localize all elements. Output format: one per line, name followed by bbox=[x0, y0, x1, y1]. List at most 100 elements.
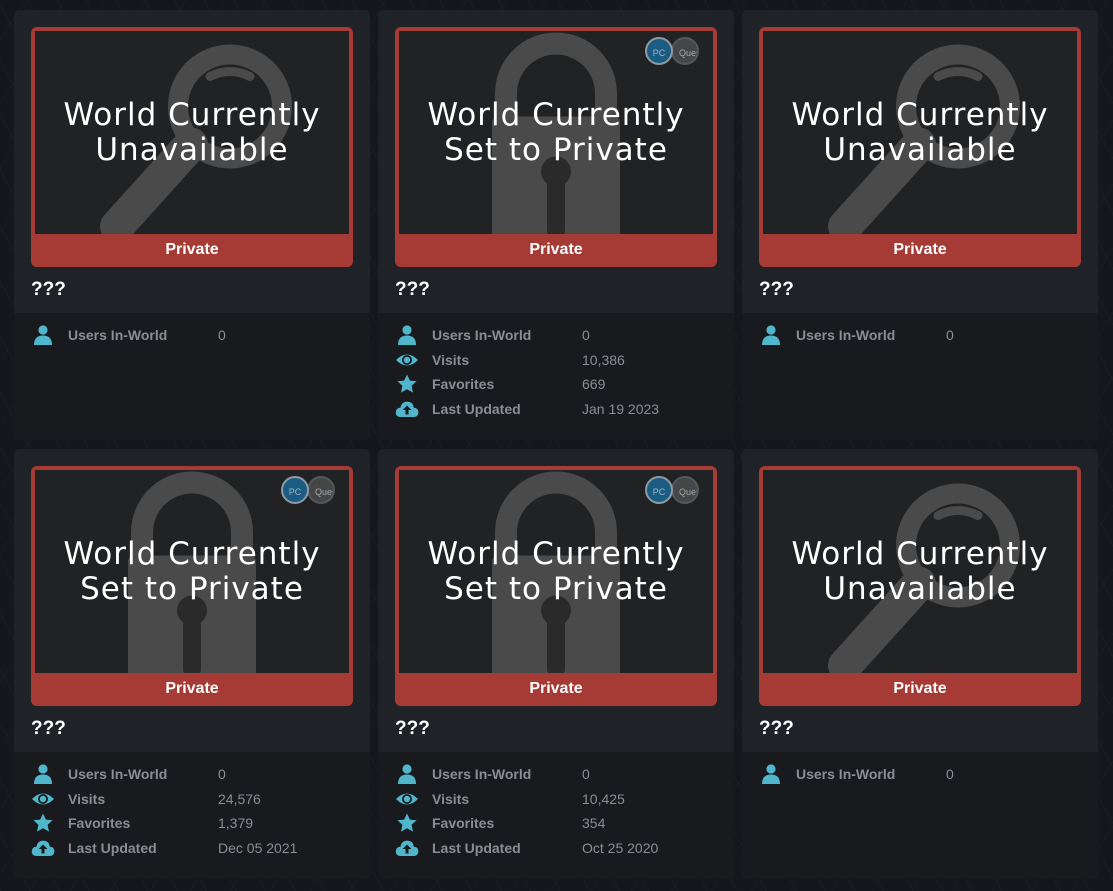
stat-value: 10,386 bbox=[582, 351, 625, 368]
eye-icon bbox=[395, 789, 419, 809]
stat-label: Visits bbox=[432, 351, 470, 368]
world-card[interactable]: World Currently Set to Private PC Quest … bbox=[378, 449, 734, 879]
eye-icon bbox=[31, 789, 55, 809]
stat-row: Users In-World 0 bbox=[378, 764, 734, 789]
status-badge-private: Private bbox=[759, 673, 1081, 706]
cloud-upload-icon bbox=[395, 399, 419, 419]
world-card[interactable]: World Currently Set to Private PC Quest … bbox=[378, 10, 734, 440]
world-card[interactable]: World Currently Set to Private PC Quest … bbox=[14, 449, 370, 879]
world-stats: Users In-World 0 Visits 10,425 Favorites 354 L… bbox=[378, 752, 734, 879]
world-stats: Users In-World 0 bbox=[742, 752, 1098, 879]
stat-value: 0 bbox=[218, 327, 226, 343]
star-icon bbox=[395, 813, 419, 833]
platform-badges: PC Quest bbox=[645, 476, 705, 508]
stat-row: Visits 10,386 bbox=[378, 350, 734, 375]
pc-platform-badge: PC bbox=[645, 37, 673, 65]
stat-label: Users In-World bbox=[432, 327, 532, 343]
stat-label: Visits bbox=[432, 790, 470, 807]
stat-value: 669 bbox=[582, 376, 606, 392]
world-thumbnail-frame[interactable]: World Currently Set to Private PC Quest … bbox=[395, 466, 717, 706]
world-unavailable-overlay-text: World Currently Unavailable bbox=[791, 96, 1049, 168]
stat-label: Users In-World bbox=[432, 766, 532, 782]
stat-value: 354 bbox=[582, 815, 606, 831]
world-card[interactable]: World Currently Unavailable Private ??? … bbox=[742, 449, 1098, 879]
stat-row: Users In-World 0 bbox=[14, 325, 370, 350]
user-icon bbox=[395, 764, 419, 784]
status-badge-private: Private bbox=[395, 673, 717, 706]
stat-value: 0 bbox=[218, 766, 226, 782]
stat-row: Favorites 354 bbox=[378, 813, 734, 838]
quest-platform-badge: Quest bbox=[307, 476, 335, 504]
world-stats: Users In-World 0 Visits 10,386 Favorites 669 L… bbox=[378, 313, 734, 440]
stat-value: 10,425 bbox=[582, 790, 625, 807]
stat-value: 0 bbox=[582, 327, 590, 343]
status-badge-private: Private bbox=[31, 234, 353, 267]
world-title[interactable]: ??? bbox=[742, 706, 1098, 752]
stat-label: Users In-World bbox=[796, 766, 896, 782]
world-title[interactable]: ??? bbox=[742, 267, 1098, 313]
stat-row: Users In-World 0 bbox=[378, 325, 734, 350]
world-card[interactable]: World Currently Unavailable Private ??? … bbox=[742, 10, 1098, 440]
world-unavailable-overlay-text: World Currently Unavailable bbox=[63, 96, 321, 168]
world-card[interactable]: World Currently Unavailable Private ??? … bbox=[14, 10, 370, 440]
stat-value: Oct 25 2020 bbox=[582, 839, 659, 856]
eye-icon bbox=[395, 350, 419, 370]
world-title[interactable]: ??? bbox=[14, 706, 370, 752]
stat-label: Users In-World bbox=[68, 327, 168, 343]
stat-value: 24,576 bbox=[218, 790, 261, 807]
stat-value: 0 bbox=[946, 766, 954, 782]
world-thumbnail-frame[interactable]: World Currently Unavailable Private bbox=[31, 27, 353, 267]
stat-value: 0 bbox=[946, 327, 954, 343]
quest-platform-badge: Quest bbox=[671, 476, 699, 504]
user-icon bbox=[31, 325, 55, 345]
stat-label: Visits bbox=[68, 790, 106, 807]
world-thumbnail: World Currently Unavailable bbox=[763, 31, 1077, 234]
platform-badges: PC Quest bbox=[281, 476, 341, 508]
stat-row: Last Updated Dec 05 2021 bbox=[14, 838, 370, 863]
stat-label: Last Updated bbox=[68, 839, 157, 856]
stat-value: 1,379 bbox=[218, 815, 254, 831]
stat-row: Last Updated Jan 19 2023 bbox=[378, 399, 734, 424]
quest-platform-badge: Quest bbox=[671, 37, 699, 65]
world-thumbnail: World Currently Unavailable bbox=[35, 31, 349, 234]
user-icon bbox=[31, 764, 55, 784]
status-badge-private: Private bbox=[31, 673, 353, 706]
stat-row: Favorites 1,379 bbox=[14, 813, 370, 838]
stat-row: Visits 10,425 bbox=[378, 789, 734, 814]
stat-row: Visits 24,576 bbox=[14, 789, 370, 814]
world-stats: Users In-World 0 bbox=[742, 313, 1098, 440]
world-unavailable-overlay-text: World Currently Set to Private bbox=[427, 535, 685, 607]
star-icon bbox=[395, 374, 419, 394]
stat-row: Users In-World 0 bbox=[742, 325, 1098, 350]
pc-platform-badge: PC bbox=[645, 476, 673, 504]
status-badge-private: Private bbox=[395, 234, 717, 267]
stat-row: Users In-World 0 bbox=[14, 764, 370, 789]
world-title[interactable]: ??? bbox=[378, 706, 734, 752]
stat-label: Users In-World bbox=[796, 327, 896, 343]
world-thumbnail-frame[interactable]: World Currently Set to Private PC Quest … bbox=[31, 466, 353, 706]
world-unavailable-overlay-text: World Currently Unavailable bbox=[791, 535, 1049, 607]
world-thumbnail-frame[interactable]: World Currently Set to Private PC Quest … bbox=[395, 27, 717, 267]
stat-row: Users In-World 0 bbox=[742, 764, 1098, 789]
world-unavailable-overlay-text: World Currently Set to Private bbox=[63, 535, 321, 607]
platform-badges: PC Quest bbox=[645, 37, 705, 69]
world-unavailable-overlay-text: World Currently Set to Private bbox=[427, 96, 685, 168]
pc-platform-badge: PC bbox=[281, 476, 309, 504]
user-icon bbox=[395, 325, 419, 345]
world-title[interactable]: ??? bbox=[378, 267, 734, 313]
world-thumbnail-frame[interactable]: World Currently Unavailable Private bbox=[759, 27, 1081, 267]
stat-label: Favorites bbox=[68, 815, 131, 831]
page-background: { "colors": { "status_private": "#a63a35… bbox=[0, 0, 1113, 891]
world-title[interactable]: ??? bbox=[14, 267, 370, 313]
cloud-upload-icon bbox=[395, 838, 419, 858]
status-badge-private: Private bbox=[759, 234, 1081, 267]
cloud-upload-icon bbox=[31, 838, 55, 858]
world-stats: Users In-World 0 Visits 24,576 Favorites 1,37… bbox=[14, 752, 370, 879]
stat-value: Dec 05 2021 bbox=[218, 839, 298, 856]
world-card-grid: World Currently Unavailable Private ??? … bbox=[14, 10, 1098, 879]
stat-label: Favorites bbox=[432, 815, 495, 831]
stat-label: Last Updated bbox=[432, 839, 521, 856]
stat-label: Favorites bbox=[432, 376, 495, 392]
world-thumbnail-frame[interactable]: World Currently Unavailable Private bbox=[759, 466, 1081, 706]
world-stats: Users In-World 0 bbox=[14, 313, 370, 440]
